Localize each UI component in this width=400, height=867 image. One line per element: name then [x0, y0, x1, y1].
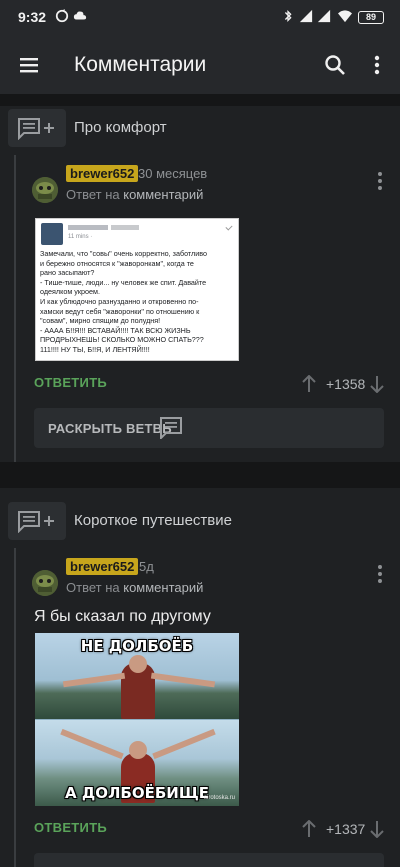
comment-time: 30 месяцев [138, 166, 208, 181]
wifi-icon [338, 10, 352, 23]
comment-actions: ОТВЕТИТЬ +1337 [20, 820, 400, 842]
avatar[interactable] [32, 177, 58, 203]
comment: brewer652 30 месяцев Ответ на комментари… [20, 165, 400, 365]
reply-to: Ответ на комментарий [66, 580, 203, 595]
page-title: Комментарии [74, 53, 207, 76]
vote-count: +1337 [326, 821, 366, 837]
username-badge[interactable]: brewer652 [66, 165, 139, 182]
comment-more-icon[interactable] [378, 172, 382, 190]
comment-time: 5д [139, 559, 154, 574]
blurred-name [68, 225, 108, 230]
bluetooth-icon [284, 10, 292, 22]
expand-thread-button[interactable] [34, 853, 384, 867]
comment-add-icon [18, 118, 54, 140]
thread-line [14, 155, 16, 462]
post-text: Замечали, что "совы" очень корректно, за… [40, 249, 207, 354]
comment-text: Я бы сказал по другому [34, 608, 211, 625]
sync-icon [55, 9, 69, 23]
topic-header[interactable]: Про комфорт [0, 109, 400, 153]
expand-thread-button[interactable]: РАСКРЫТЬ ВЕТВЬ [34, 408, 384, 448]
menu-icon[interactable] [18, 53, 42, 77]
downvote-arrow-icon[interactable] [370, 375, 384, 393]
comment-image[interactable]: 11 mins · Замечали, что "совы" очень кор… [35, 218, 239, 361]
comment: brewer652 5д Ответ на комментарий Я бы с… [20, 558, 400, 808]
signal-icon-1 [299, 9, 313, 23]
topic-header[interactable]: Короткое путешествие [0, 502, 400, 546]
search-icon[interactable] [323, 53, 347, 77]
post-time: 11 mins · [68, 234, 93, 240]
app-bar: Комментарии [0, 36, 400, 94]
thread-divider [0, 462, 400, 488]
meme-watermark: sirotoska.ru [203, 795, 235, 801]
overflow-menu-icon[interactable] [365, 53, 389, 77]
comment-image[interactable]: НЕ ДОЛБОЁБ А ДОЛБОЁБИЩЕ sirotoska.ru [35, 633, 239, 806]
battery-indicator: 89 [358, 11, 384, 24]
comment-actions: ОТВЕТИТЬ +1358 [20, 375, 400, 397]
topic-title[interactable]: Про комфорт [74, 119, 167, 136]
comment-add-icon [18, 511, 54, 533]
reply-button[interactable]: ОТВЕТИТЬ [34, 820, 107, 835]
chevron-down-icon [225, 223, 233, 231]
signal-icon-2 [317, 9, 331, 23]
topic-badge [8, 109, 66, 147]
avatar[interactable] [32, 570, 58, 596]
upvote-arrow-icon[interactable] [302, 375, 316, 393]
reply-prefix: Ответ на [66, 187, 120, 202]
comment-more-icon[interactable] [378, 565, 382, 583]
post-avatar [41, 223, 63, 245]
expand-thread-label: РАСКРЫТЬ ВЕТВЬ [48, 421, 172, 436]
meme-caption-top: НЕ ДОЛБОЁБ [80, 637, 194, 655]
reply-prefix: Ответ на [66, 580, 120, 595]
reply-button[interactable]: ОТВЕТИТЬ [34, 375, 107, 390]
downvote-arrow-icon[interactable] [370, 820, 384, 838]
comment-icon [160, 417, 182, 439]
topic-title[interactable]: Короткое путешествие [74, 512, 232, 529]
vote-count: +1358 [326, 376, 366, 392]
status-time: 9:32 [18, 9, 47, 25]
reply-to: Ответ на комментарий [66, 187, 203, 202]
upvote-arrow-icon[interactable] [302, 820, 316, 838]
username-badge[interactable]: brewer652 [66, 558, 139, 575]
reply-target-link[interactable]: комментарий [123, 187, 203, 202]
divider [0, 94, 400, 106]
thread-line [14, 548, 16, 867]
topic-badge [8, 502, 66, 540]
status-bar: 9:32 89 [0, 0, 400, 36]
reply-target-link[interactable]: комментарий [123, 580, 203, 595]
cloud-icon [73, 11, 87, 20]
